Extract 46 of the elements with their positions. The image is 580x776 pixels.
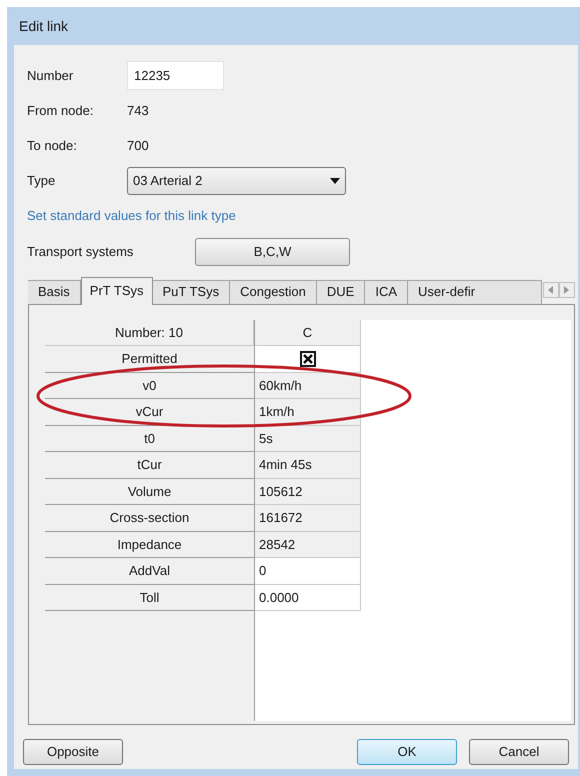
table-cell: 60km/h	[255, 372, 361, 399]
row-header: Impedance	[45, 532, 254, 558]
transport-systems-button[interactable]: B,C,W	[195, 238, 350, 266]
field-value: 700	[127, 136, 149, 155]
type-dropdown[interactable]: 03 Arterial 2	[127, 166, 346, 194]
row-header: vCur	[45, 399, 254, 426]
dialog-button[interactable]: Cancel	[469, 738, 569, 764]
field-label: Type	[27, 172, 56, 190]
row-header: Volume	[45, 478, 254, 505]
checkbox[interactable]	[300, 350, 316, 367]
tab[interactable]: DUE	[316, 280, 366, 304]
table-cell: 0.0000	[255, 584, 361, 611]
row-header: AddVal	[45, 558, 254, 584]
dialog-button[interactable]: OK	[357, 738, 457, 764]
row-header: tCur	[45, 452, 254, 478]
dialog-button[interactable]: Opposite	[23, 738, 123, 764]
row-header: t0	[45, 426, 254, 452]
tab[interactable]: User-defir	[408, 280, 542, 304]
row-header: Toll	[45, 584, 254, 611]
scroll-left-icon[interactable]	[543, 282, 559, 298]
window-title: Edit link	[19, 16, 68, 36]
dropdown-arrow-icon	[330, 178, 340, 184]
tab[interactable]: Congestion	[230, 280, 317, 304]
tab[interactable]: PrT TSys	[80, 276, 152, 304]
table-cell: 28542	[255, 532, 361, 558]
table-cell: 0	[255, 558, 361, 584]
table-cell: 4min 45s	[255, 452, 361, 478]
row-header: v0	[45, 372, 254, 399]
field-label: To node:	[27, 136, 78, 155]
tab[interactable]: Basis	[28, 280, 81, 304]
standard-values-link[interactable]: Set standard values for this link type	[27, 208, 236, 223]
field-value: 743	[127, 102, 149, 120]
field-label: From node:	[27, 102, 94, 120]
row-header: Cross-section	[45, 505, 254, 532]
row-header: Permitted	[45, 346, 254, 372]
field-label: Number	[27, 66, 74, 85]
tab[interactable]: PuT TSys	[152, 280, 230, 304]
table-cell: 161672	[255, 505, 361, 532]
field-label: Transport systems	[27, 242, 134, 261]
column-header: C	[255, 320, 361, 346]
table-cell: 105612	[255, 478, 361, 505]
scroll-right-icon[interactable]	[559, 282, 575, 298]
column-header: Number: 10	[45, 320, 254, 346]
table-cell: 5s	[255, 426, 361, 452]
number-field[interactable]: 12235	[127, 61, 224, 90]
tab[interactable]: ICA	[365, 280, 408, 304]
